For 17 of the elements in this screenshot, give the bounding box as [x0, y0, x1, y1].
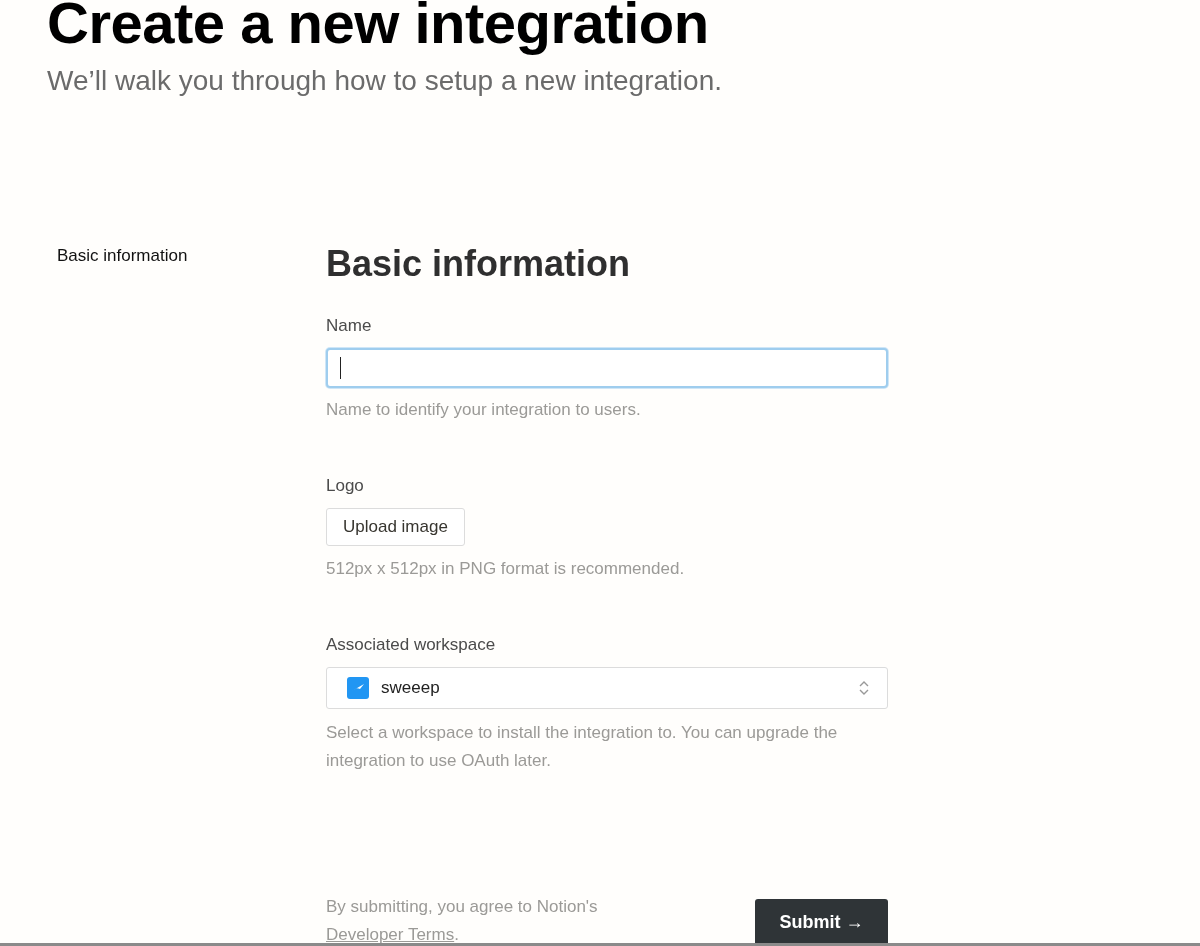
submit-button[interactable]: Submit → [755, 899, 888, 943]
terms-text: By submitting, you agree to Notion's Developer Terms. [326, 896, 599, 943]
field-label: Name [326, 315, 373, 337]
workspace-select[interactable]: sweeep [326, 667, 888, 709]
field-label: Logo [326, 475, 365, 497]
field-hint: Name to identify your integration to users. [326, 399, 642, 421]
page-title: Create a new integration [47, 0, 710, 57]
workspace-logo-icon [347, 677, 369, 699]
page-subtitle: We’ll walk you through how to setup a new integration. [47, 64, 723, 98]
sidebar-item[interactable]: Basic information [57, 244, 188, 268]
field-label: Associated workspace [326, 634, 497, 656]
section-heading: Basic information [326, 242, 632, 286]
chevron-up-down-icon [859, 680, 869, 696]
upload-image-button[interactable]: Upload image [326, 508, 465, 546]
field-hint: 512px x 512px in PNG format is recommended. [326, 558, 686, 580]
name-input-field[interactable] [326, 348, 888, 388]
field-hint: Select a workspace to install the integration to. You can upgrade the integration to use OAuth later. [326, 722, 839, 772]
